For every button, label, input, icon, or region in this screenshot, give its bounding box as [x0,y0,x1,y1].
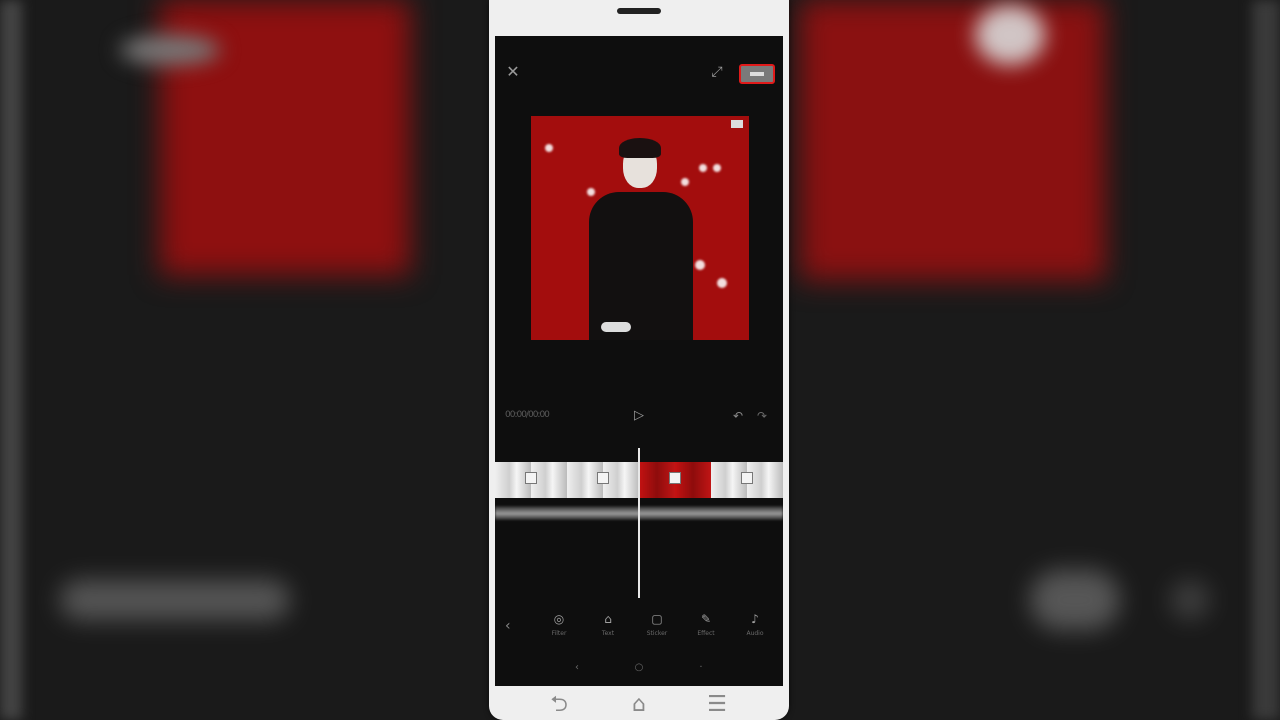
background-glow [975,5,1045,65]
preview-figure-hair [619,138,661,158]
editor-toolbar: ‹ ◎ Filter ⌂ Text ▢ Sticker ✎ Effect ♪ Audio [495,610,783,644]
background-blob-left [60,580,290,620]
tool-label: Audio [746,630,764,637]
sticker-icon: ▢ [651,612,663,626]
preview-light [587,188,595,196]
preview-figure-body [589,192,693,340]
in-app-nav: ‹ ○ · [495,658,783,680]
tool-effect[interactable]: ✎ Effect [684,610,728,644]
soft-home-icon[interactable]: ○ [629,658,649,678]
redo-icon[interactable]: ↷ [753,406,771,426]
undo-icon[interactable]: ↶ [729,406,747,426]
playback-row: 00:00/00:00 ▷ ↶ ↷ [495,404,783,428]
video-editor-screen: ✕ ⤢ 00:00/00:00 ▷ ↶ ↷ ‹ ◎ Filter ⌂ Text … [495,36,783,686]
playback-time: 00:00/00:00 [505,410,550,420]
tool-sticker[interactable]: ▢ Sticker [635,610,679,644]
background-strip-right [1252,0,1280,720]
home-icon[interactable]: ⌂ [619,694,659,720]
play-icon[interactable]: ▷ [629,406,649,426]
phone-frame: ✕ ⤢ 00:00/00:00 ▷ ↶ ↷ ‹ ◎ Filter ⌂ Text … [489,0,789,720]
transition-marker[interactable] [669,472,681,484]
transition-marker[interactable] [741,472,753,484]
background-strip-left [0,0,22,720]
video-preview[interactable] [531,116,749,340]
preview-figure-hand [601,322,631,332]
filter-icon: ◎ [553,612,565,626]
tool-label: Filter [551,630,567,637]
export-icon [750,72,764,76]
phone-speaker [617,8,661,14]
menu-icon[interactable]: ☰ [697,694,737,720]
preview-badge [731,120,743,128]
timeline[interactable] [495,448,783,606]
preview-light [699,164,707,172]
transition-marker[interactable] [597,472,609,484]
background-blob-right [1030,570,1120,630]
device-navbar: ⮌ ⌂ ☰ [489,694,789,720]
preview-light [695,260,705,270]
preview-light [713,164,721,172]
effect-icon: ✎ [700,612,712,626]
tool-label: Effect [697,630,715,637]
close-icon[interactable]: ✕ [503,62,523,82]
expand-icon[interactable]: ⤢ [707,62,727,82]
audio-icon: ♪ [751,612,759,626]
background-blob-right-small [1170,580,1210,620]
back-icon[interactable]: ⮌ [539,694,579,720]
chevron-left-icon[interactable]: ‹ [505,616,519,636]
preview-light [545,144,553,152]
preview-light [681,178,689,186]
tool-audio[interactable]: ♪ Audio [733,610,777,644]
preview-light [717,278,727,288]
soft-recent-icon[interactable]: · [691,658,711,678]
tool-text[interactable]: ⌂ Text [586,610,630,644]
tool-filter[interactable]: ◎ Filter [537,610,581,644]
background-glow-small [120,35,220,65]
editor-topbar: ✕ ⤢ [495,56,783,90]
transition-marker[interactable] [525,472,537,484]
playhead[interactable] [638,448,640,598]
export-button[interactable] [739,64,775,84]
tool-label: Sticker [646,630,668,637]
tool-label: Text [601,630,615,637]
background-red-panel-right [800,0,1105,280]
soft-back-icon[interactable]: ‹ [567,658,587,678]
text-icon: ⌂ [604,612,612,626]
